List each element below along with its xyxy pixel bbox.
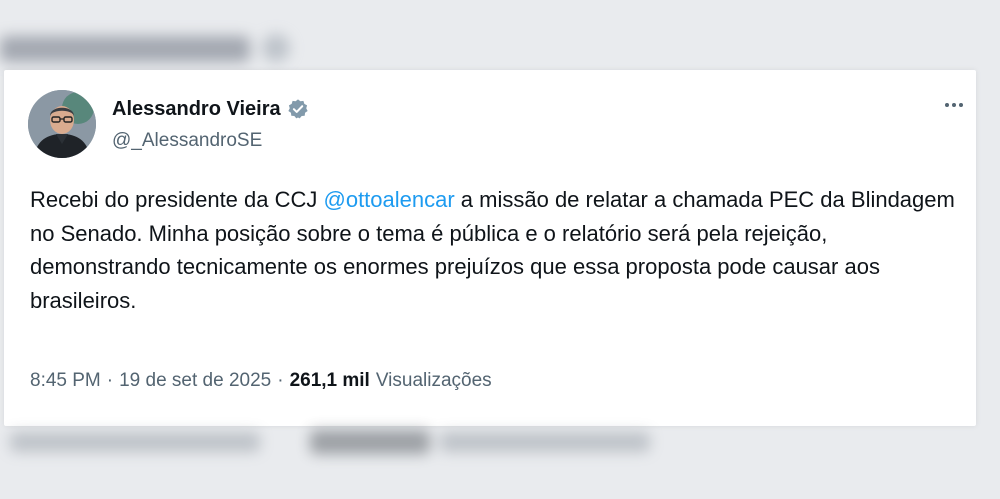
meta-separator-2: · — [277, 370, 284, 391]
blurred-label — [440, 432, 650, 452]
views-count: 261,1 mil — [289, 370, 370, 391]
mention-link[interactable]: @ottoalencar — [324, 187, 455, 212]
blurred-time — [10, 432, 260, 452]
more-options-icon — [945, 103, 949, 107]
tweet-meta: 8:45 PM · 19 de set de 2025 · 261,1 mil … — [30, 370, 492, 392]
more-options-button[interactable] — [938, 92, 970, 118]
avatar[interactable] — [28, 90, 96, 158]
more-options-dot — [952, 103, 956, 107]
author-handle[interactable]: @_AlessandroSE — [112, 130, 262, 152]
blurred-count — [310, 430, 430, 454]
verified-badge-icon[interactable] — [287, 98, 309, 120]
tweet-date[interactable]: 19 de set de 2025 — [119, 370, 271, 392]
tweet-text: Recebi do presidente da CCJ @ottoalencar… — [30, 183, 960, 317]
tweet-time[interactable]: 8:45 PM — [30, 370, 101, 392]
display-name[interactable]: Alessandro Vieira — [112, 98, 281, 121]
meta-separator: · — [106, 370, 114, 391]
tweet-card: Alessandro Vieira @_AlessandroSE Recebi … — [4, 70, 976, 426]
views-label: Visualizações — [375, 370, 492, 391]
blurred-badge — [262, 34, 290, 62]
blurred-previous-header — [0, 28, 300, 70]
tweet-text-start: Recebi do presidente da CCJ — [30, 187, 324, 212]
avatar-portrait-icon — [28, 90, 96, 158]
more-options-dot — [959, 103, 963, 107]
blurred-next-meta — [0, 424, 680, 460]
blurred-name — [0, 36, 250, 62]
author-name-row: Alessandro Vieira — [112, 96, 309, 122]
